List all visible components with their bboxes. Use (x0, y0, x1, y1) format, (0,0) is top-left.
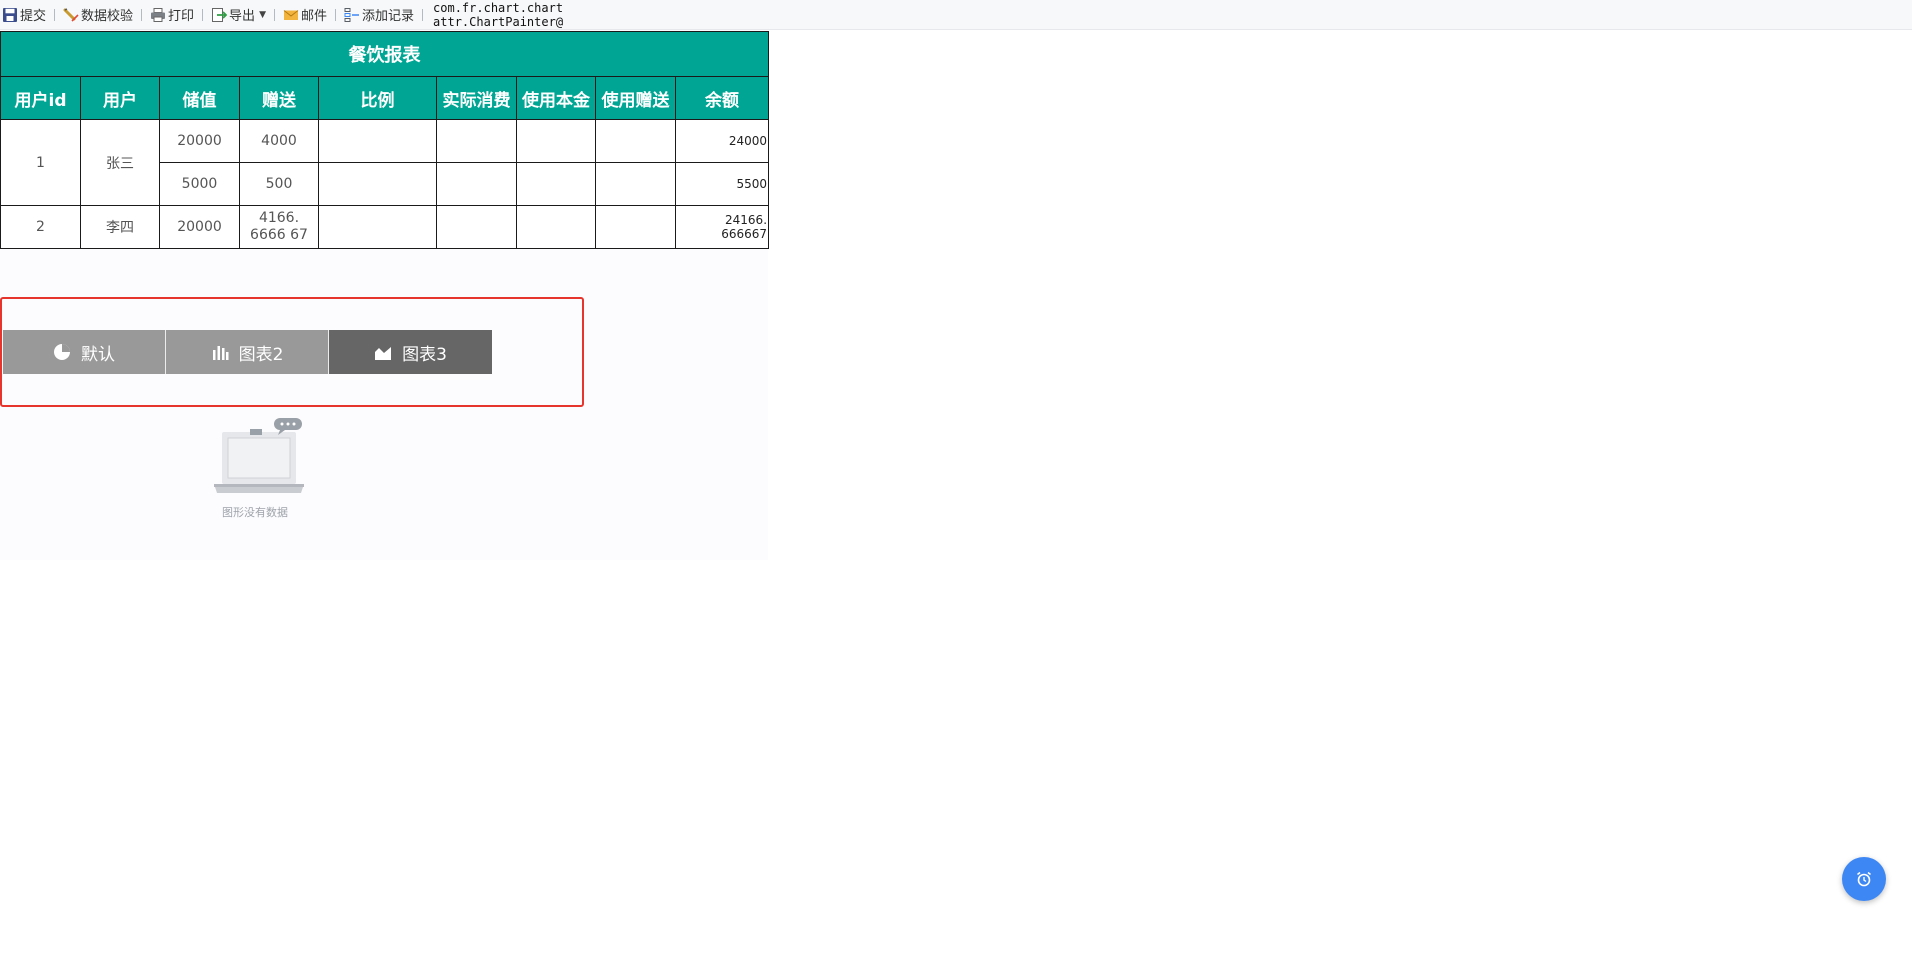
toolbar-divider (422, 8, 424, 21)
add-record-icon (344, 7, 359, 22)
cell-ratio[interactable] (318, 205, 437, 249)
cell-principal-used[interactable] (516, 205, 596, 249)
cell-principal-used[interactable] (516, 119, 596, 163)
cell-actual-spend[interactable] (436, 205, 517, 249)
cell-bonus-used[interactable] (595, 205, 676, 249)
report-title: 餐饮报表 (0, 31, 770, 77)
floating-help-button[interactable] (1842, 857, 1886, 901)
cell-bonus[interactable]: 500 (239, 162, 319, 206)
cell-bonus-used[interactable] (595, 162, 676, 206)
column-header-actual-spend: 实际消费 (436, 76, 517, 120)
bar-chart-icon (212, 346, 229, 360)
empty-chart-placeholder: 图形没有数据 (212, 416, 308, 520)
cell-bonus-used[interactable] (595, 119, 676, 163)
toolbar-note-line1: com.fr.chart.chart (433, 0, 564, 15)
column-header-user: 用户 (80, 76, 160, 120)
pencil-check-icon (63, 7, 79, 22)
add-record-button[interactable]: 添加记录 (342, 4, 416, 26)
cell-principal-used[interactable] (516, 162, 596, 206)
tab-default-label: 默认 (81, 344, 115, 365)
column-header-bonus: 赠送 (239, 76, 319, 120)
pie-chart-icon (54, 344, 70, 360)
cell-ratio[interactable] (318, 119, 437, 163)
column-header-balance: 余额 (674, 76, 770, 120)
export-dropdown[interactable]: 导出 ▼ (209, 4, 268, 26)
mail-label: 邮件 (300, 9, 327, 24)
export-icon (212, 7, 228, 22)
save-icon (3, 7, 17, 22)
cell-actual-spend[interactable] (436, 162, 517, 206)
printer-icon (151, 7, 166, 22)
toolbar-divider (54, 8, 56, 21)
table-row: 1 张三 20000 4000 24000 (0, 119, 770, 206)
toolbar-divider (335, 8, 336, 21)
add-record-label: 添加记录 (362, 9, 415, 24)
toolbar-divider (141, 8, 143, 21)
column-header-principal-used: 使用本金 (516, 76, 596, 120)
table-row: 2 李四 20000 4166. 6666 67 24166. 666667 (0, 205, 770, 249)
export-label: 导出 (229, 9, 256, 24)
column-header-bonus-used: 使用赠送 (595, 76, 676, 120)
report-table: 餐饮报表 用户id 用户 储值 赠送 比例 实际消费 使用本金 使用赠送 余额 … (0, 31, 770, 249)
column-header-ratio: 比例 (318, 76, 437, 120)
tab-default-chart[interactable]: 默认 (3, 330, 166, 374)
toolbar: 提交 数据校验 打印 导出 ▼ 邮件 添加记录 com.fr.chart.cha… (0, 0, 1912, 30)
column-header-user-id: 用户id (0, 76, 81, 120)
cell-balance[interactable]: 5500 (674, 162, 770, 206)
submit-button[interactable]: 提交 (0, 4, 48, 26)
caret-down-icon: ▼ (259, 9, 266, 20)
cell-ratio[interactable] (318, 162, 437, 206)
toolbar-note-line2: attr.ChartPainter@ (433, 14, 564, 29)
toolbar-divider (202, 8, 204, 21)
cell-user-id[interactable]: 2 (0, 205, 81, 249)
cell-deposit[interactable]: 20000 (159, 119, 240, 163)
cell-bonus[interactable]: 4166. 6666 67 (239, 205, 319, 249)
envelope-icon (283, 9, 299, 20)
cell-balance[interactable]: 24000 (674, 119, 770, 163)
empty-laptop-icon (214, 418, 304, 493)
validate-label: 数据校验 (81, 9, 134, 24)
toolbar-divider (273, 8, 275, 21)
empty-chart-message: 图形没有数据 (222, 506, 288, 519)
cell-balance[interactable]: 24166. 666667 (674, 205, 770, 249)
validate-button[interactable]: 数据校验 (61, 4, 135, 26)
cell-user[interactable]: 张三 (80, 119, 160, 206)
submit-label: 提交 (20, 9, 47, 24)
cell-deposit[interactable]: 5000 (159, 162, 240, 206)
alarm-icon (1857, 871, 1871, 887)
toolbar-note: com.fr.chart.chart attr.ChartPainter@ (433, 1, 563, 29)
tab-chart-2-label: 图表2 (238, 344, 284, 365)
tab-chart-3[interactable]: 图表3 (329, 330, 492, 374)
chart-tab-bar: 默认 图表2 图表3 (3, 330, 492, 374)
cell-actual-spend[interactable] (436, 119, 517, 163)
print-label: 打印 (168, 9, 195, 24)
cell-user-id[interactable]: 1 (0, 119, 81, 206)
tab-chart-2[interactable]: 图表2 (166, 330, 329, 374)
cell-user[interactable]: 李四 (80, 205, 160, 249)
area-chart-icon (375, 347, 392, 360)
cell-bonus[interactable]: 4000 (239, 119, 319, 163)
mail-button[interactable]: 邮件 (281, 4, 329, 26)
print-button[interactable]: 打印 (148, 4, 196, 26)
tab-chart-3-label: 图表3 (402, 344, 447, 365)
column-header-deposit: 储值 (159, 76, 240, 120)
cell-deposit[interactable]: 20000 (159, 205, 240, 249)
